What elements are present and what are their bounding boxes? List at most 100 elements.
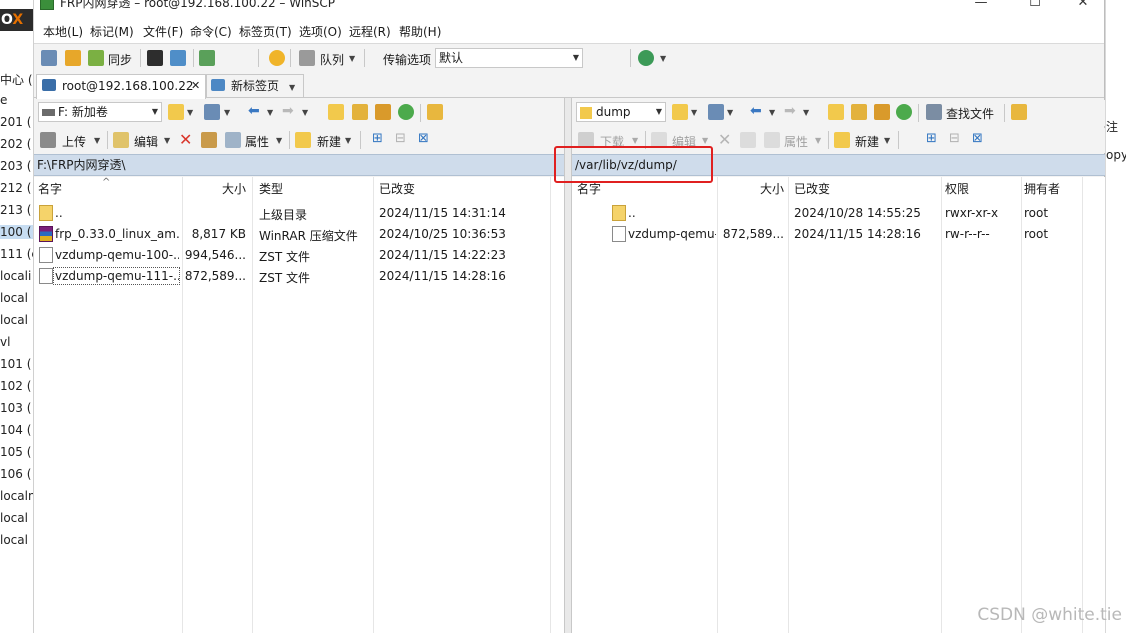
menu-remote[interactable]: 远程(R) xyxy=(349,23,391,40)
edit-icon[interactable] xyxy=(113,132,129,148)
local-drive-select[interactable]: F: 新加卷 ▼ xyxy=(38,102,162,122)
chevron-down-icon[interactable]: ▼ xyxy=(727,108,733,117)
new-button[interactable]: 新建 xyxy=(855,133,879,150)
chevron-down-icon[interactable]: ▼ xyxy=(187,108,193,117)
open-folder-icon[interactable] xyxy=(168,104,184,120)
parent-directory-icon[interactable] xyxy=(828,104,844,120)
table-row[interactable]: .. 2024/10/28 14:55:25 rwxr-xr-x root xyxy=(572,203,1105,224)
back-arrow-icon[interactable]: ⬅ xyxy=(750,103,762,119)
new-button[interactable]: 新建 xyxy=(317,133,341,150)
root-directory-icon[interactable] xyxy=(352,104,368,120)
upload-icon[interactable] xyxy=(40,132,56,148)
table-row[interactable]: vzdump-qemu-111-... 872,589... 2024/11/15 … xyxy=(572,224,1105,245)
synchronize-browsing-icon[interactable] xyxy=(65,50,81,66)
filter-icon[interactable] xyxy=(708,104,724,120)
chevron-down-icon[interactable]: ▼ xyxy=(345,136,351,145)
table-row[interactable]: .. 上级目录 2024/11/15 14:31:14 xyxy=(34,203,564,224)
menu-mark[interactable]: 标记(M) xyxy=(90,23,134,40)
column-header-permissions[interactable]: 权限 xyxy=(945,177,969,201)
refresh-icon[interactable] xyxy=(398,104,414,120)
open-folder-icon[interactable] xyxy=(672,104,688,120)
new-icon[interactable] xyxy=(834,132,850,148)
table-row[interactable]: frp_0.33.0_linux_am... 8,817 KB WinRAR 压缩文… xyxy=(34,224,564,245)
preferences-gear-icon[interactable] xyxy=(269,50,285,66)
table-row[interactable]: vzdump-qemu-111-... 872,589... ZST 文件 2024/… xyxy=(34,266,564,287)
find-files-button[interactable]: 查找文件 xyxy=(946,105,994,122)
new-icon[interactable] xyxy=(295,132,311,148)
sync-refresh-icon[interactable] xyxy=(638,50,654,66)
local-path-bar[interactable]: F:\FRP内网穿透\ xyxy=(34,154,564,176)
select-all-icon[interactable]: ⊞ xyxy=(372,131,383,146)
delete-icon[interactable]: ✕ xyxy=(718,130,731,149)
menu-local[interactable]: 本地(L) xyxy=(43,23,83,40)
column-header-type[interactable]: 类型 xyxy=(259,177,283,201)
chevron-down-icon[interactable]: ▼ xyxy=(276,136,282,145)
chevron-down-icon[interactable]: ▼ xyxy=(815,136,821,145)
refresh-icon[interactable] xyxy=(896,104,912,120)
filter-icon[interactable] xyxy=(204,104,220,120)
forward-arrow-icon[interactable]: ➡ xyxy=(784,103,796,119)
home-icon[interactable] xyxy=(874,104,890,120)
queue-dropdown-icon[interactable]: ▼ xyxy=(349,54,355,63)
tree-view-icon[interactable] xyxy=(427,104,443,120)
properties-icon[interactable] xyxy=(225,132,241,148)
transfer-preset-select[interactable]: 默认 ▼ xyxy=(435,48,583,68)
menu-file[interactable]: 文件(F) xyxy=(143,23,183,40)
chevron-down-icon[interactable]: ▼ xyxy=(224,108,230,117)
putty-icon[interactable] xyxy=(170,50,186,66)
column-header-name[interactable]: 名字 xyxy=(38,177,62,201)
chevron-down-icon[interactable]: ▼ xyxy=(691,108,697,117)
queue-button[interactable]: 队列 xyxy=(320,51,344,68)
parent-directory-icon[interactable] xyxy=(328,104,344,120)
chevron-down-icon[interactable]: ▼ xyxy=(769,108,775,117)
column-header-modified[interactable]: 已改变 xyxy=(379,177,415,201)
chevron-down-icon[interactable]: ▼ xyxy=(884,136,890,145)
chevron-down-icon[interactable]: ▼ xyxy=(302,108,308,117)
root-directory-icon[interactable] xyxy=(851,104,867,120)
home-icon[interactable] xyxy=(375,104,391,120)
rename-icon[interactable] xyxy=(740,132,756,148)
column-header-size[interactable]: 大小 xyxy=(720,177,784,201)
back-arrow-icon[interactable]: ⬅ xyxy=(248,103,260,119)
chevron-down-icon[interactable]: ▼ xyxy=(803,108,809,117)
chevron-down-icon[interactable]: ▼ xyxy=(94,136,100,145)
column-header-modified[interactable]: 已改变 xyxy=(794,177,830,201)
filter-select-icon[interactable]: ⊠ xyxy=(972,131,983,146)
tab-session[interactable]: root@192.168.100.22 ✕ xyxy=(36,74,206,99)
tab-new[interactable]: 新标签页 ▼ xyxy=(206,74,304,98)
table-row[interactable]: vzdump-qemu-100-... 994,546... ZST 文件 2024/… xyxy=(34,245,564,266)
column-header-size[interactable]: 大小 xyxy=(184,177,246,201)
remote-folder-select[interactable]: dump ▼ xyxy=(576,102,666,122)
forward-arrow-icon[interactable]: ➡ xyxy=(282,103,294,119)
menu-commands[interactable]: 命令(C) xyxy=(190,23,232,40)
filter-select-icon[interactable]: ⊠ xyxy=(418,131,429,146)
tree-view-icon[interactable] xyxy=(1011,104,1027,120)
synchronize-icon[interactable] xyxy=(88,50,104,66)
queue-icon[interactable] xyxy=(299,50,315,66)
chevron-down-icon[interactable]: ▼ xyxy=(660,54,666,63)
minimize-button[interactable]: — xyxy=(958,0,1004,13)
chevron-down-icon[interactable]: ▼ xyxy=(267,108,273,117)
chevron-down-icon[interactable]: ▼ xyxy=(632,136,638,145)
select-all-icon[interactable]: ⊞ xyxy=(926,131,937,146)
terminal-icon[interactable] xyxy=(147,50,163,66)
delete-icon[interactable]: ✕ xyxy=(179,130,192,149)
synchronize-button[interactable]: 同步 xyxy=(108,51,132,68)
properties-button[interactable]: 属性 xyxy=(784,133,808,150)
rename-icon[interactable] xyxy=(201,132,217,148)
properties-icon[interactable] xyxy=(764,132,780,148)
menu-options[interactable]: 选项(O) xyxy=(299,23,342,40)
menu-tabs[interactable]: 标签页(T) xyxy=(239,23,292,40)
upload-button[interactable]: 上传 xyxy=(62,133,86,150)
unselect-icon[interactable]: ⊟ xyxy=(949,131,960,146)
refresh-icon[interactable] xyxy=(199,50,215,66)
chevron-down-icon[interactable]: ▼ xyxy=(702,136,708,145)
close-tab-icon[interactable]: ✕ xyxy=(191,75,200,97)
compare-directories-icon[interactable] xyxy=(41,50,57,66)
chevron-down-icon[interactable]: ▼ xyxy=(164,136,170,145)
properties-button[interactable]: 属性 xyxy=(245,133,269,150)
chevron-down-icon[interactable]: ▼ xyxy=(289,77,295,99)
maximize-button[interactable]: ☐ xyxy=(1012,0,1058,13)
edit-button[interactable]: 编辑 xyxy=(134,133,158,150)
close-button[interactable]: ✕ xyxy=(1060,0,1104,13)
